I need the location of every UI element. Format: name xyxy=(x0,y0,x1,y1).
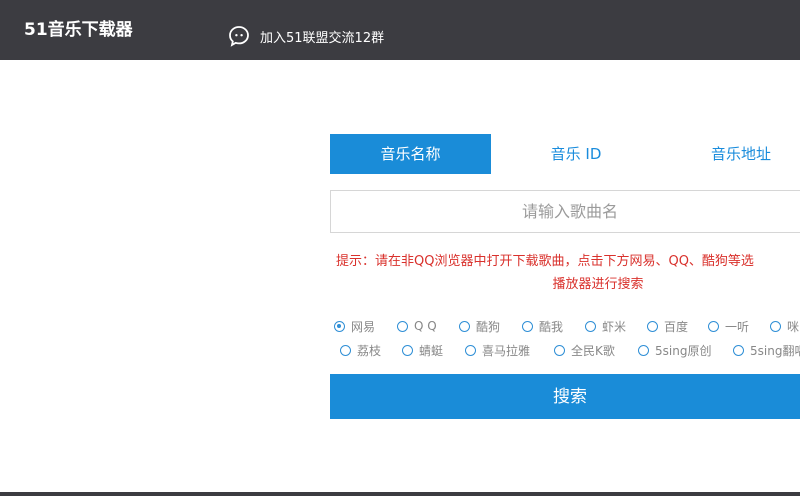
source-option-kuwo[interactable]: 酷我 xyxy=(522,316,563,336)
radio-unchecked-icon xyxy=(397,320,408,332)
source-option-migu[interactable]: 咪 xyxy=(770,316,799,336)
radio-unchecked-icon xyxy=(638,344,649,356)
source-label: 一听 xyxy=(725,319,750,334)
source-label: Q Q xyxy=(414,319,437,333)
source-option-netease[interactable]: 网易 xyxy=(334,316,375,336)
radio-unchecked-icon xyxy=(708,320,719,332)
source-option-yiting[interactable]: 一听 xyxy=(708,316,749,336)
source-option-lizhi[interactable]: 荔枝 xyxy=(340,340,381,360)
tab-music-name[interactable]: 音乐名称 xyxy=(330,134,491,174)
source-label: 百度 xyxy=(664,319,689,334)
source-label: 蜻蜓 xyxy=(419,343,444,358)
tab-music-url[interactable]: 音乐地址 xyxy=(682,134,800,174)
source-label: 咪 xyxy=(787,319,800,334)
search-mode-tabs: 音乐名称 音乐 ID 音乐地址 xyxy=(330,134,800,174)
source-option-qingting[interactable]: 蜻蜓 xyxy=(402,340,443,360)
hint-line-2: 播放器进行搜索 xyxy=(552,277,644,292)
source-radio-group: 网易 Q Q 酷狗 酷我 虾米 百度 一听 咪 荔枝 蜻蜓 喜马拉雅 全民K歌 … xyxy=(332,314,800,364)
source-label: 全民K歌 xyxy=(571,343,615,358)
hint-text: 提示：请在非QQ浏览器中打开下载歌曲，点击下方网易、QQ、酷狗等选 播放器进行搜… xyxy=(330,250,800,296)
radio-unchecked-icon xyxy=(770,320,781,332)
radio-unchecked-icon xyxy=(340,344,351,356)
radio-unchecked-icon xyxy=(522,320,533,332)
radio-unchecked-icon xyxy=(585,320,596,332)
source-label: 5sing翻唱 xyxy=(750,343,800,358)
join-group-link[interactable]: 加入51联盟交流12群 xyxy=(228,24,384,48)
source-label: 虾米 xyxy=(602,319,627,334)
hint-line-1: 提示：请在非QQ浏览器中打开下载歌曲，点击下方网易、QQ、酷狗等选 xyxy=(336,254,754,269)
source-option-quanmin-kge[interactable]: 全民K歌 xyxy=(554,340,615,360)
source-label: 喜马拉雅 xyxy=(482,343,531,358)
source-option-xiami[interactable]: 虾米 xyxy=(585,316,626,336)
app-window: 51音乐下载器 加入51联盟交流12群 音乐名称 音乐 ID 音乐地址 提示：请… xyxy=(0,0,800,496)
radio-unchecked-icon xyxy=(554,344,565,356)
source-option-qq[interactable]: Q Q xyxy=(397,316,437,336)
source-option-ximalaya[interactable]: 喜马拉雅 xyxy=(465,340,530,360)
tab-music-id[interactable]: 音乐 ID xyxy=(520,134,632,174)
source-label: 酷我 xyxy=(539,319,564,334)
app-title: 51音乐下载器 xyxy=(24,20,133,40)
source-option-5sing-cover[interactable]: 5sing翻唱 xyxy=(733,340,800,360)
source-label: 荔枝 xyxy=(357,343,382,358)
radio-unchecked-icon xyxy=(459,320,470,332)
source-option-baidu[interactable]: 百度 xyxy=(647,316,688,336)
bottom-bar xyxy=(0,492,800,496)
source-option-kugou[interactable]: 酷狗 xyxy=(459,316,500,336)
radio-unchecked-icon xyxy=(733,344,744,356)
source-label: 5sing原创 xyxy=(655,343,712,358)
radio-unchecked-icon xyxy=(465,344,476,356)
source-label: 酷狗 xyxy=(476,319,501,334)
source-option-5sing-original[interactable]: 5sing原创 xyxy=(638,340,711,360)
chat-bubble-icon xyxy=(228,25,250,47)
join-group-text: 加入51联盟交流12群 xyxy=(260,30,385,46)
source-label: 网易 xyxy=(351,319,376,334)
header-bar: 51音乐下载器 加入51联盟交流12群 xyxy=(0,0,800,60)
song-name-input[interactable] xyxy=(330,190,800,233)
radio-unchecked-icon xyxy=(647,320,658,332)
search-button[interactable]: 搜索 xyxy=(330,374,800,419)
radio-unchecked-icon xyxy=(402,344,413,356)
radio-checked-icon xyxy=(334,320,345,332)
